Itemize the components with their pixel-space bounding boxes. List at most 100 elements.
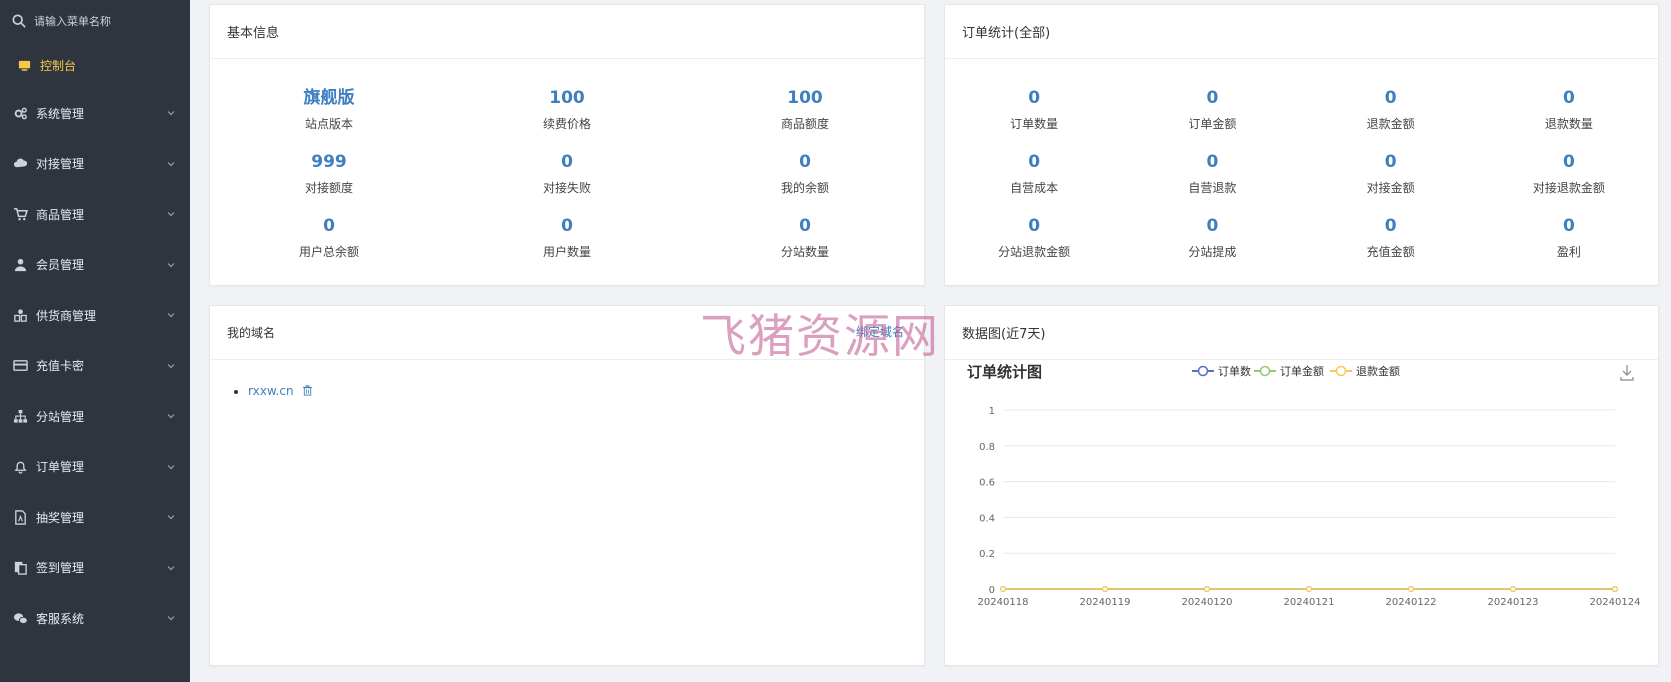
gears-icon [12,105,28,121]
data-point [1102,586,1109,593]
stat-cell: 0 自营成本 [945,151,1123,215]
stat-label: 我的余额 [780,181,829,195]
stat-cell: 100 商品额度 [686,87,924,151]
stat-cell: 0 用户总余额 [210,215,448,279]
stat-label: 充值金额 [1366,245,1415,259]
stat-value: 0 [1028,152,1041,172]
bind-domain-link[interactable]: 绑定域名 [856,323,904,340]
stat-label: 对接额度 [304,181,353,195]
stat-cell: 0 退款金额 [1302,87,1480,151]
stat-value: 0 [1562,216,1575,236]
chevron-down-icon [167,161,175,167]
stat-label: 用户总余额 [298,245,359,259]
order-line-chart: 订单统计图 订单数 订单金额 退款金额 0 0.2 0.4 0.6 0.8 1 20240118 20… [967,363,1641,608]
x-tick-label: 20240122 [1386,597,1437,608]
sidebar-item-label: 系统管理 [36,106,85,121]
stat-value: 0 [1206,88,1219,108]
order-stats-panel: 订单统计(全部) 0 订单数量 0 订单金额 0 退款金额 0 退款数量 0 自营成本 0 自营退款 0… [944,4,1659,286]
legend-marker [1197,365,1209,377]
y-tick-label: 0 [989,585,995,596]
stat-value: 0 [1206,216,1219,236]
stat-cell: 0 对接退款金额 [1480,151,1658,215]
download-icon[interactable] [1620,365,1634,381]
legend-item[interactable]: 订单数 [1192,365,1251,378]
legend-label: 退款金额 [1356,364,1400,378]
sidebar-item-6[interactable]: 充值卡密 [0,341,190,392]
domain-link[interactable]: rxxw.cn [248,384,294,398]
sidebar-item-10[interactable]: 签到管理 [0,543,190,594]
domain-title: 我的域名 [210,306,924,360]
stat-value: 0 [561,216,573,236]
monitor-icon [16,57,32,73]
sidebar-item-4[interactable]: 会员管理 [0,240,190,291]
trash-icon[interactable] [302,385,313,396]
chevron-down-icon [167,313,175,318]
sidebar-item-label: 充值卡密 [36,359,85,374]
sidebar-item-3[interactable]: 商品管理 [0,189,190,240]
stat-cell: 0 充值金额 [1302,215,1480,279]
stat-cell: 0 退款数量 [1480,87,1658,151]
stat-label: 退款数量 [1544,117,1593,131]
stat-value: 100 [787,88,823,108]
x-tick-label: 20240121 [1284,597,1335,608]
chart-panel: 数据图(近7天) 订单统计图 订单数 订单金额 退款金额 0 0.2 0.4 0.6 0.8 1 2… [944,305,1659,666]
y-tick-label: 0.8 [979,442,995,453]
y-tick-label: 0.4 [979,513,995,524]
chevron-down-icon [167,262,175,268]
stat-cell: 0 对接金额 [1302,151,1480,215]
stat-value: 0 [1028,216,1041,236]
legend-item[interactable]: 退款金额 [1330,364,1400,378]
sidebar-item-label: 签到管理 [36,561,85,576]
chart-panel-title: 数据图(近7天) [945,306,1658,360]
sidebar-item-7[interactable]: 分站管理 [0,391,190,442]
order-stats-grid: 0 订单数量 0 订单金额 0 退款金额 0 退款数量 0 自营成本 0 自营退款 0 对接金额 0 对接退款… [945,59,1658,279]
sidebar-item-label: 对接管理 [36,157,85,172]
sidebar-item-0[interactable]: 控制台 [0,42,190,88]
stat-cell: 100 续费价格 [448,87,686,151]
sidebar-item-11[interactable]: 客服系统 [0,593,190,644]
stat-value: 0 [1206,152,1219,172]
legend-label: 订单数 [1218,365,1251,378]
sidebar-item-9[interactable]: 抽奖管理 [0,492,190,543]
stat-cell: 0 我的余额 [686,151,924,215]
sidebar-item-label: 订单管理 [36,460,85,475]
stat-cell: 0 订单数量 [945,87,1123,151]
legend-label: 订单金额 [1280,364,1324,378]
y-tick-label: 0.6 [979,478,995,489]
basic-info-title: 基本信息 [210,5,924,59]
sidebar-item-2[interactable]: 对接管理 [0,139,190,190]
bell-icon [12,459,28,475]
data-point [1408,586,1415,593]
sidebar-item-label: 客服系统 [36,611,85,626]
stat-cell: 0 分站退款金额 [945,215,1123,279]
sidebar-item-1[interactable]: 系统管理 [0,88,190,139]
data-point [1204,586,1211,593]
menu-search[interactable]: 请输入菜单名称 [0,0,190,42]
sidebar-item-8[interactable]: 订单管理 [0,442,190,493]
stat-value: 999 [311,152,347,172]
stat-label: 续费价格 [542,117,591,131]
menu-search-input[interactable]: 请输入菜单名称 [34,13,111,29]
stat-label: 盈利 [1556,245,1581,259]
stat-cell: 0 分站提成 [1123,215,1301,279]
stat-value: 旗舰版 [303,88,355,108]
stat-label: 分站提成 [1188,245,1237,259]
file-icon [12,509,28,525]
x-tick-label: 20240124 [1590,597,1641,608]
sidebar-item-5[interactable]: 供货商管理 [0,290,190,341]
stat-label: 自营成本 [1010,181,1059,195]
stat-value: 0 [1384,88,1397,108]
domain-item: rxxw.cn [248,384,924,398]
stat-cell: 0 自营退款 [1123,151,1301,215]
stat-cell: 0 用户数量 [448,215,686,279]
stat-value: 0 [1562,88,1575,108]
chevron-down-icon [167,414,175,419]
stat-label: 对接金额 [1366,181,1415,195]
chevron-down-icon [167,111,175,116]
x-tick-label: 20240118 [978,597,1029,608]
y-tick-label: 0.2 [979,549,995,560]
data-point [1611,586,1618,593]
stat-cell: 0 对接失败 [448,151,686,215]
stat-value: 0 [1384,216,1397,236]
legend-item[interactable]: 订单金额 [1254,364,1324,378]
